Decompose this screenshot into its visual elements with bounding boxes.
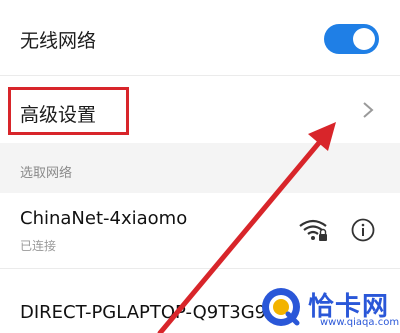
watermark-logo-icon (262, 288, 300, 326)
toggle-knob (353, 28, 375, 50)
wireless-network-label: 无线网络 (20, 30, 97, 52)
wifi-locked-icon (299, 219, 327, 241)
watermark: 恰卡网 www.qiaqa.com (254, 282, 400, 333)
section-header: 选取网络 (0, 143, 400, 193)
network-ssid: ChinaNet-4xiaomo (20, 208, 188, 229)
highlight-box (8, 87, 129, 135)
chevron-right-icon[interactable] (360, 100, 376, 120)
network-item[interactable]: ChinaNet-4xiaomo 已连接 (0, 193, 400, 268)
watermark-url: www.qiaqa.com (320, 317, 400, 328)
network-ssid: DIRECT-PGLAPTOP-Q9T3G9 (20, 302, 267, 323)
wireless-network-toggle[interactable] (324, 24, 379, 54)
info-icon[interactable] (351, 218, 375, 242)
wireless-network-row: 无线网络 (0, 0, 400, 75)
network-status: 已连接 (20, 239, 57, 253)
section-title: 选取网络 (20, 166, 73, 181)
